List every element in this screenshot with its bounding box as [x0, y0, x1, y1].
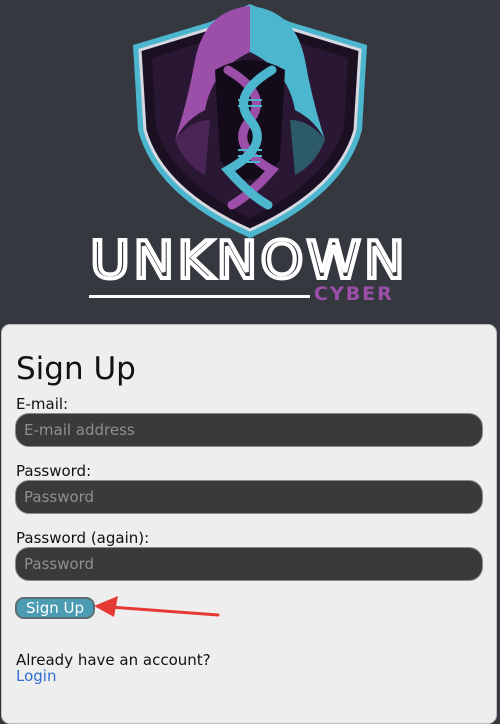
- password-label: Password:: [16, 462, 92, 480]
- signup-card: Sign Up E-mail: Password: Password (agai…: [1, 324, 497, 724]
- red-arrow-icon: [94, 596, 220, 617]
- brand-divider: [89, 295, 310, 298]
- password-again-label: Password (again):: [16, 529, 150, 547]
- email-label: E-mail:: [16, 395, 69, 413]
- brand-subtitle: CYBER: [314, 283, 394, 305]
- password-again-field[interactable]: [15, 547, 483, 581]
- header: UNKNOWN CYBER: [0, 0, 500, 320]
- password-field[interactable]: [15, 480, 483, 514]
- page-title: Sign Up: [16, 351, 136, 387]
- sign-up-button[interactable]: Sign Up: [15, 597, 95, 619]
- hooded-figure-dna-shield-logo-icon: [133, 4, 367, 238]
- brand-wordmark: UNKNOWN: [88, 232, 408, 282]
- email-field[interactable]: [15, 413, 483, 447]
- login-link[interactable]: Login: [16, 667, 56, 685]
- brand-name: UNKNOWN: [90, 232, 408, 282]
